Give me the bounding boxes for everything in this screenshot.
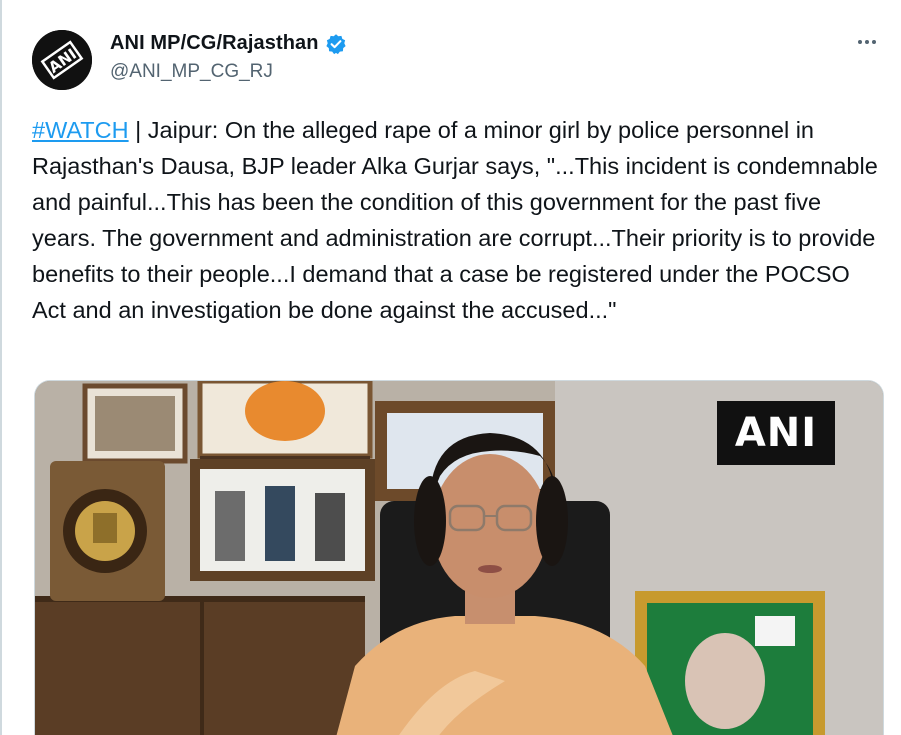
tweet-body: | Jaipur: On the alleged rape of a minor… [32, 117, 885, 323]
display-name[interactable]: ANI MP/CG/Rajasthan [110, 32, 319, 55]
avatar[interactable]: ANI [32, 30, 92, 90]
dot-icon [872, 40, 876, 44]
hashtag-link[interactable]: #WATCH [32, 117, 129, 143]
timeline-border [0, 0, 2, 735]
handle[interactable]: @ANI_MP_CG_RJ [110, 61, 347, 83]
dot-icon [858, 40, 862, 44]
more-options-button[interactable] [852, 30, 882, 54]
ani-watermark: ANI [717, 401, 835, 465]
dot-icon [865, 40, 869, 44]
tweet-text: #WATCH | Jaipur: On the alleged rape of … [32, 112, 884, 328]
author-info: ANI MP/CG/Rajasthan @ANI_MP_CG_RJ [110, 32, 347, 83]
tweet-video[interactable]: ANI [34, 380, 884, 735]
ani-logo-icon: ANI [32, 30, 92, 90]
verified-badge-icon [325, 33, 347, 55]
tweet-page: ANI ANI MP/CG/Rajasthan @ANI_MP_CG_RJ #W… [0, 0, 901, 735]
